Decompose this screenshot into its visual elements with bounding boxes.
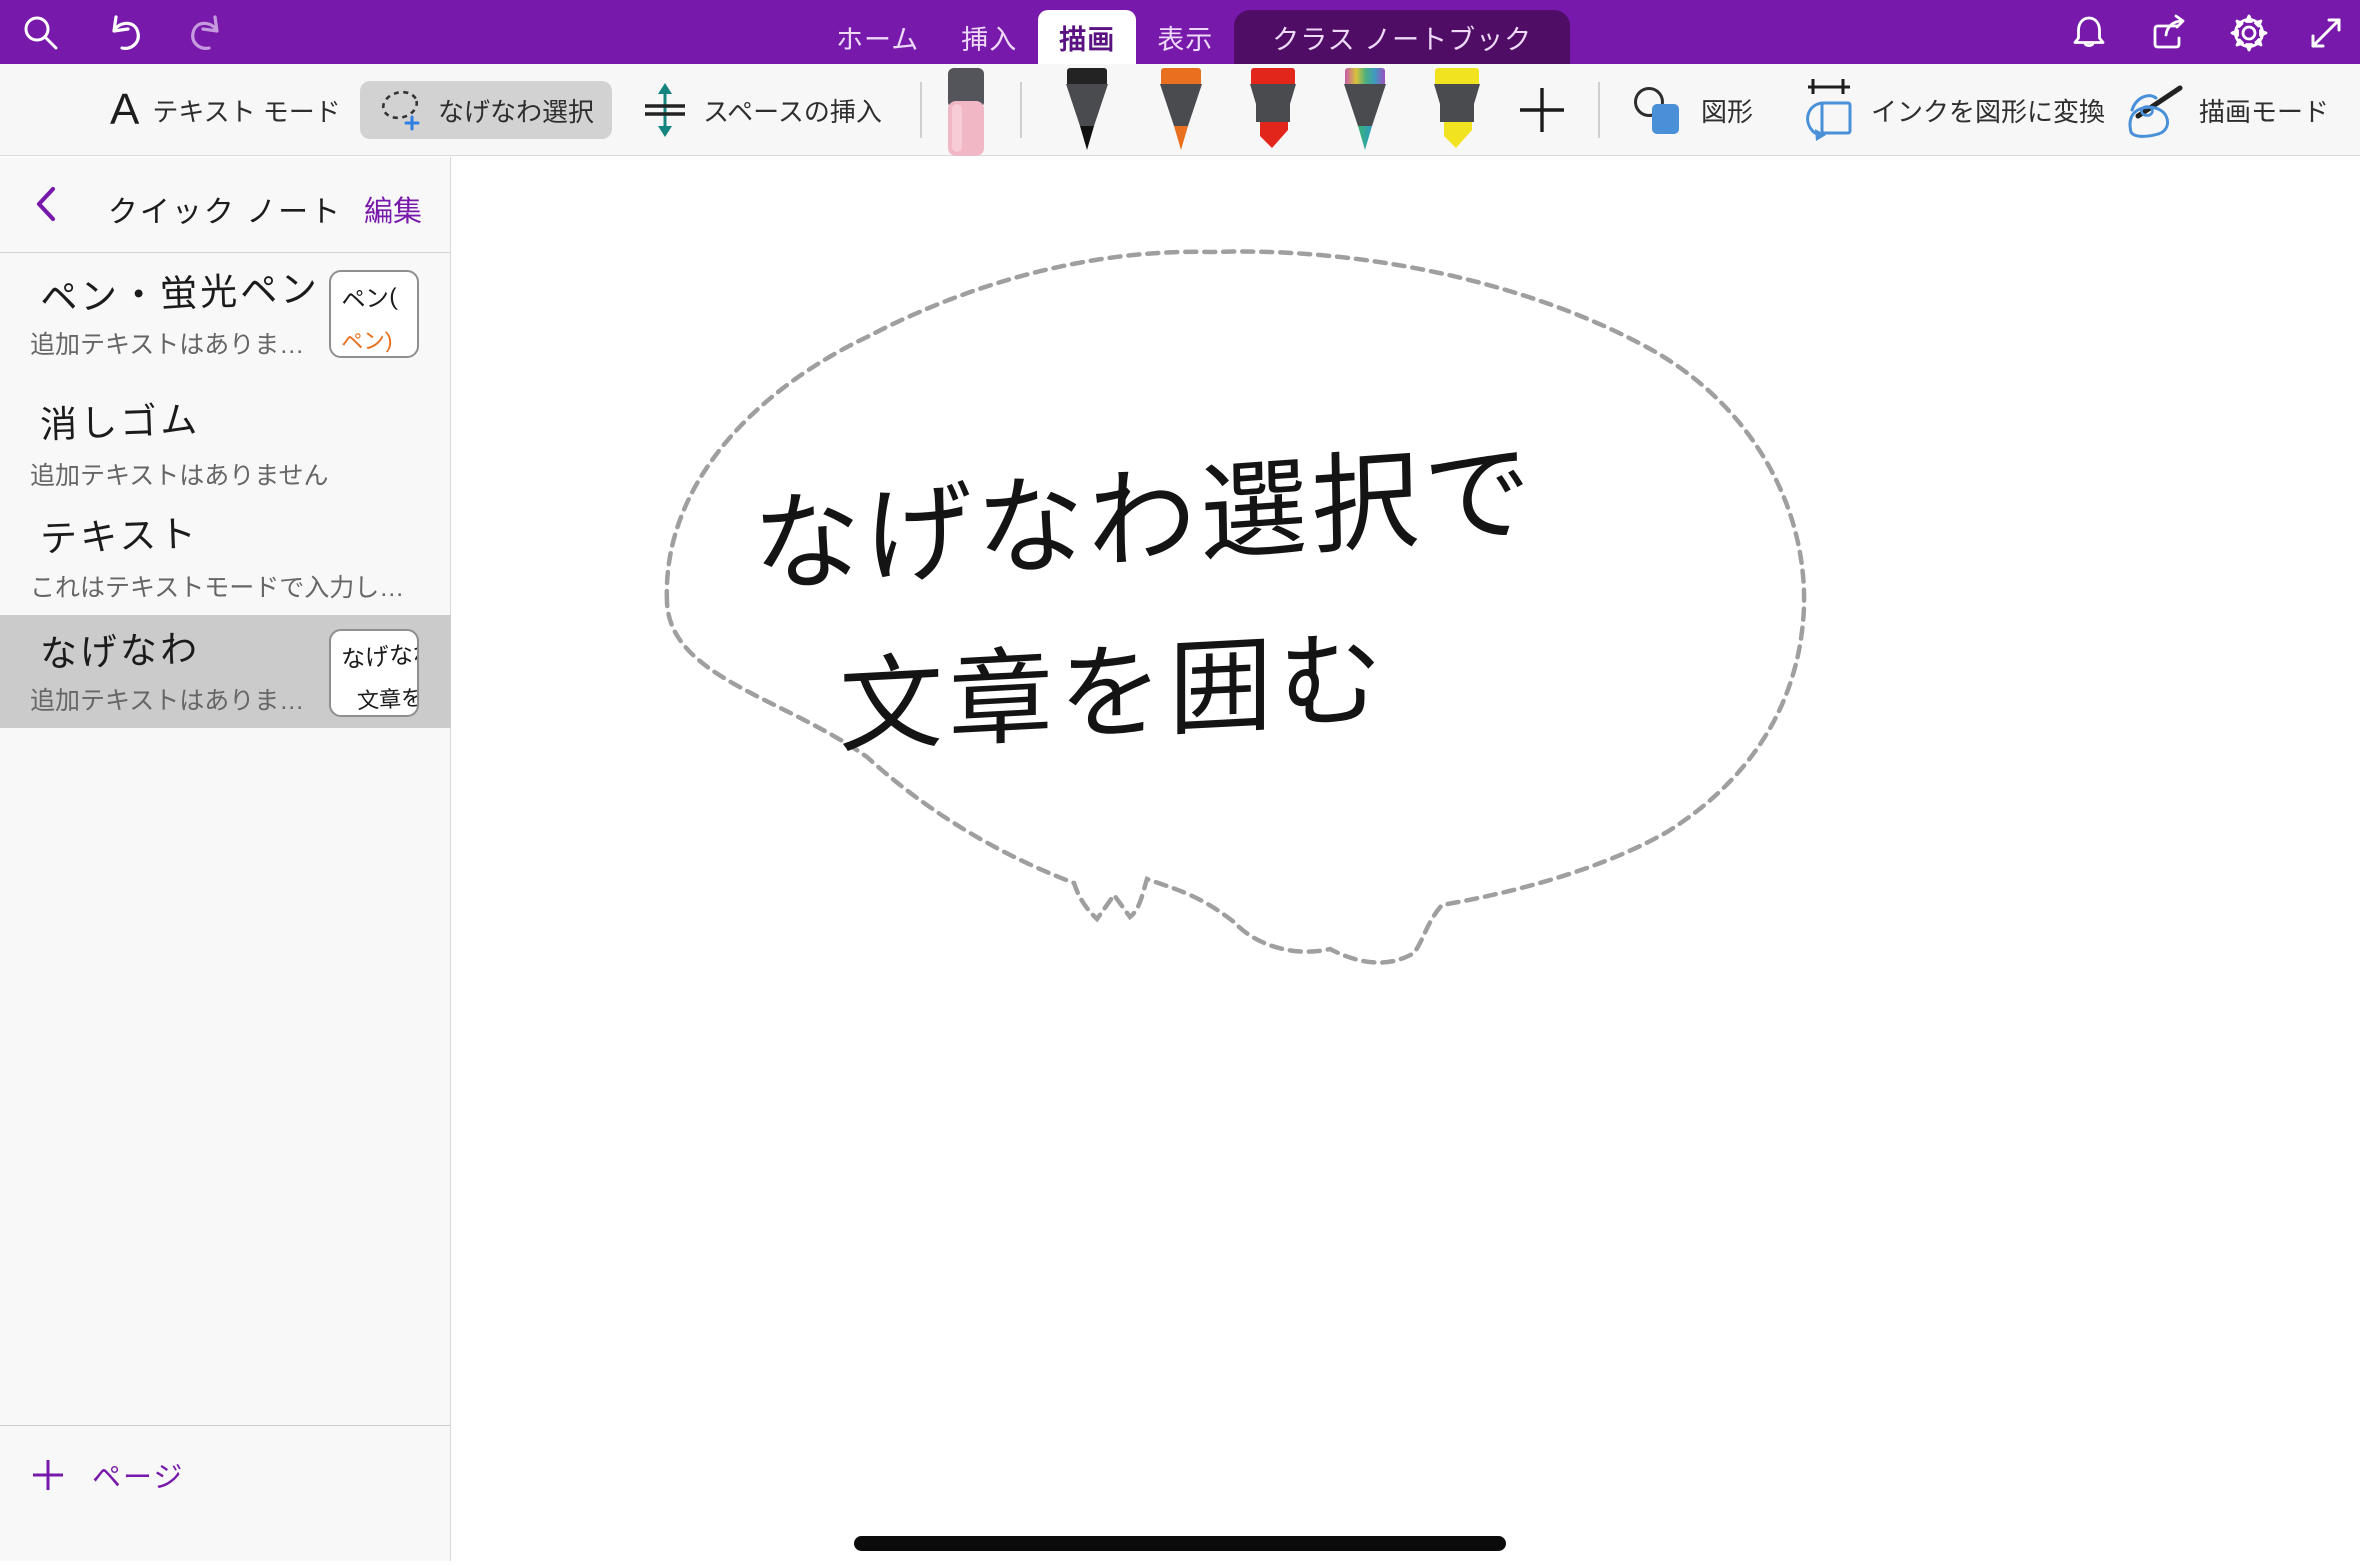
tab-insert[interactable]: 挿入 xyxy=(940,10,1038,64)
sidebar-header: クイック ノート 編集 xyxy=(0,157,450,253)
add-page-area: ページ xyxy=(0,1425,450,1496)
draw-toolbar: A テキスト モード なげなわ選択 スペースの挿入 xyxy=(0,64,2360,156)
search-icon[interactable] xyxy=(20,12,62,54)
page-list-sidebar: クイック ノート 編集 ペン・蛍光ペン 追加テキストはありま… ペン( ペン) … xyxy=(0,157,451,1561)
handwritten-ink-line1: なげなわ選択で xyxy=(752,431,1536,607)
top-app-bar: ホーム 挿入 描画 表示 クラス ノートブック xyxy=(0,0,2360,64)
add-page-label: ページ xyxy=(92,1454,184,1496)
draw-mode-button[interactable]: 描画モード xyxy=(2122,64,2329,156)
page-title: なげなわ xyxy=(39,618,201,678)
eraser-tool[interactable] xyxy=(945,68,987,156)
tab-draw[interactable]: 描画 xyxy=(1038,10,1136,64)
text-mode-label: テキスト モード xyxy=(152,92,340,129)
black-pen-tool[interactable] xyxy=(1058,68,1116,152)
lasso-icon xyxy=(378,87,426,133)
redo-icon[interactable] xyxy=(186,12,228,54)
settings-icon[interactable] xyxy=(2228,12,2270,54)
tab-home[interactable]: ホーム xyxy=(815,10,940,64)
page-list-item-selected[interactable]: なげなわ 追加テキストはありま… なげなわ 文章を xyxy=(0,615,451,728)
page-list-item[interactable]: テキスト これはテキストモードで入力し… xyxy=(0,500,451,615)
draw-mode-label: 描画モード xyxy=(2199,92,2329,129)
tab-class-notebook[interactable]: クラス ノートブック xyxy=(1234,10,1570,64)
plus-icon xyxy=(1516,84,1568,136)
page-subtitle: 追加テキストはありません xyxy=(30,456,329,492)
page-subtitle: 追加テキストはありま… xyxy=(30,325,304,361)
ink-to-shape-button[interactable]: インクを図形に変換 xyxy=(1798,64,2105,156)
insert-space-icon xyxy=(640,81,690,139)
page-title: ペン・蛍光ペン xyxy=(39,258,321,322)
red-marker-tool[interactable] xyxy=(1244,68,1302,152)
toolbar-divider xyxy=(1020,82,1022,138)
shapes-label: 図形 xyxy=(1701,92,1753,129)
draw-mode-icon xyxy=(2122,80,2186,140)
lasso-select-label: なげなわ選択 xyxy=(438,92,594,129)
page-list-item[interactable]: 消しゴム 追加テキストはありません xyxy=(0,390,451,500)
tab-view[interactable]: 表示 xyxy=(1136,10,1234,64)
shapes-button[interactable]: 図形 xyxy=(1632,64,1753,156)
ink-to-shape-label: インクを図形に変換 xyxy=(1871,92,2105,129)
galaxy-pen-tool[interactable] xyxy=(1336,68,1394,152)
insert-space-label: スペースの挿入 xyxy=(703,92,882,129)
page-title: 消しゴム xyxy=(39,389,201,449)
plus-icon xyxy=(30,1457,66,1493)
edit-button[interactable]: 編集 xyxy=(364,188,422,230)
lasso-selection-stroke[interactable] xyxy=(667,252,1804,963)
ink-to-shape-icon xyxy=(1798,77,1858,143)
page-thumbnail: なげなわ 文章を xyxy=(329,629,419,717)
lasso-select-button[interactable]: なげなわ選択 xyxy=(360,81,612,139)
page-thumbnail: ペン( ペン) xyxy=(329,270,419,358)
page-title: テキスト xyxy=(39,503,200,563)
undo-icon[interactable] xyxy=(103,12,145,54)
bell-icon[interactable] xyxy=(2068,12,2110,54)
ink-layer: なげなわ選択で 文章を囲む xyxy=(452,157,2360,1561)
home-indicator[interactable] xyxy=(854,1536,1506,1551)
yellow-highlighter-tool[interactable] xyxy=(1428,68,1486,152)
toolbar-divider xyxy=(1598,82,1600,138)
add-page-button[interactable]: ページ xyxy=(30,1454,450,1496)
insert-space-button[interactable]: スペースの挿入 xyxy=(640,64,882,156)
expand-icon[interactable] xyxy=(2305,12,2347,54)
handwritten-ink-line2: 文章を囲む xyxy=(839,622,1388,767)
page-list-item[interactable]: ペン・蛍光ペン 追加テキストはありま… ペン( ペン) xyxy=(0,253,451,390)
page-subtitle: 追加テキストはありま… xyxy=(30,681,304,717)
page-subtitle: これはテキストモードで入力し… xyxy=(30,568,404,604)
drawing-canvas[interactable]: なげなわ選択で 文章を囲む xyxy=(452,157,2360,1561)
add-pen-button[interactable] xyxy=(1516,64,1568,156)
text-mode-button[interactable]: A テキスト モード xyxy=(110,64,341,156)
orange-pen-tool[interactable] xyxy=(1152,68,1210,152)
share-icon[interactable] xyxy=(2148,12,2190,54)
toolbar-divider xyxy=(920,82,922,138)
text-mode-a-icon: A xyxy=(110,85,139,135)
ribbon-tabs: ホーム 挿入 描画 表示 クラス ノートブック xyxy=(815,10,1570,64)
shapes-icon xyxy=(1632,81,1688,139)
